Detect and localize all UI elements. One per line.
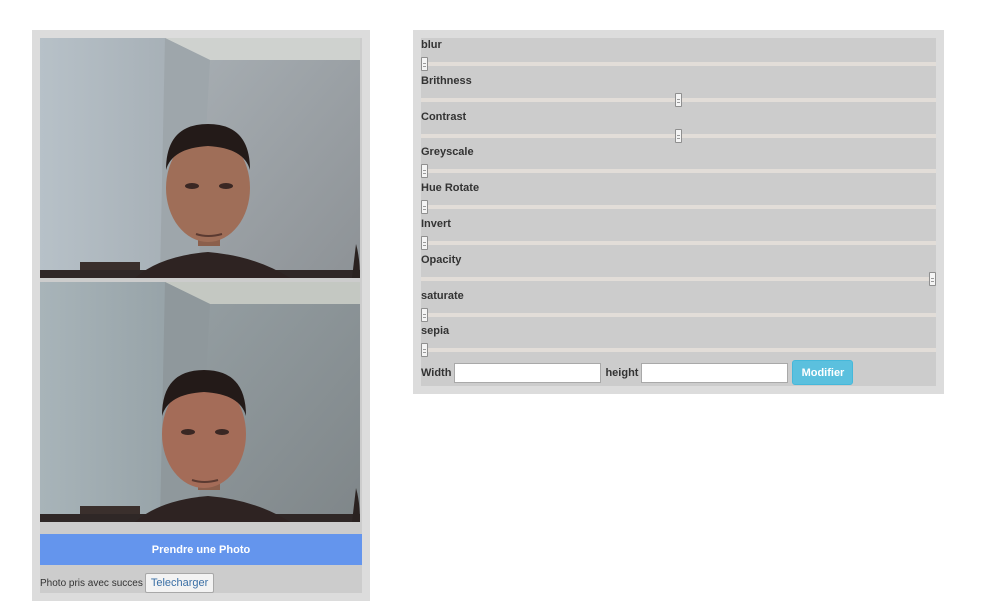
filter-control: Hue Rotate xyxy=(421,181,936,217)
take-photo-button[interactable]: Prendre une Photo xyxy=(40,534,362,565)
filter-control: sepia xyxy=(421,324,936,360)
filter-control: Contrast xyxy=(421,110,936,146)
filter-label: sepia xyxy=(421,325,450,338)
slider-track[interactable] xyxy=(421,62,936,66)
camera-panel: Prendre une Photo Photo pris avec succes… xyxy=(32,30,370,601)
slider-thumb[interactable] xyxy=(421,343,428,358)
height-input[interactable] xyxy=(641,362,789,383)
slider-thumb[interactable] xyxy=(421,57,428,71)
filter-label: blur xyxy=(421,39,442,51)
slider-thumb[interactable] xyxy=(421,307,428,322)
slider-track[interactable] xyxy=(421,312,936,317)
slider-thumb[interactable] xyxy=(421,236,428,250)
filter-label: Opacity xyxy=(421,253,462,266)
filter-control: Brithness xyxy=(421,74,936,110)
status-row: Photo pris avec succes Telecharger xyxy=(40,573,362,593)
slider-track[interactable] xyxy=(421,348,936,353)
filter-control: blur xyxy=(421,38,936,74)
filter-label: Invert xyxy=(421,218,451,230)
width-label: Width xyxy=(421,366,452,379)
download-button[interactable]: Telecharger xyxy=(144,573,215,593)
slider-thumb[interactable] xyxy=(675,128,682,143)
slider-track[interactable] xyxy=(421,241,936,245)
slider-thumb[interactable] xyxy=(929,271,936,286)
size-controls: Width height Modifier xyxy=(421,360,854,385)
captured-image xyxy=(40,282,360,522)
slider-thumb[interactable] xyxy=(421,200,428,215)
captured-photo xyxy=(40,282,360,522)
slider-track[interactable] xyxy=(421,276,936,281)
filter-control: Invert xyxy=(421,217,936,253)
filters-panel-inner: Width height Modifier blur Brithness Contr… xyxy=(421,38,936,386)
slider-thumb[interactable] xyxy=(421,164,428,179)
slider-track[interactable] xyxy=(421,205,936,210)
width-input[interactable] xyxy=(454,362,602,383)
filter-label: Brithness xyxy=(421,74,472,87)
filter-label: Greyscale xyxy=(421,146,474,159)
filters-panel: Width height Modifier blur Brithness Contr… xyxy=(413,30,944,394)
slider-track[interactable] xyxy=(421,169,936,174)
filter-label: saturate xyxy=(421,289,464,302)
filter-label: Contrast xyxy=(421,110,467,123)
filter-label: Hue Rotate xyxy=(421,182,480,195)
modify-button[interactable]: Modifier xyxy=(792,360,854,385)
filter-control: Greyscale xyxy=(421,145,936,181)
height-label: height xyxy=(605,366,639,379)
camera-panel-inner: Prendre une Photo Photo pris avec succes… xyxy=(40,38,362,593)
webcam-image xyxy=(40,38,360,278)
filter-control: Opacity xyxy=(421,253,936,289)
filter-control: saturate xyxy=(421,289,936,325)
live-video-feed xyxy=(40,38,360,278)
status-text: Photo pris avec succes xyxy=(40,577,143,589)
slider-thumb[interactable] xyxy=(675,92,682,107)
